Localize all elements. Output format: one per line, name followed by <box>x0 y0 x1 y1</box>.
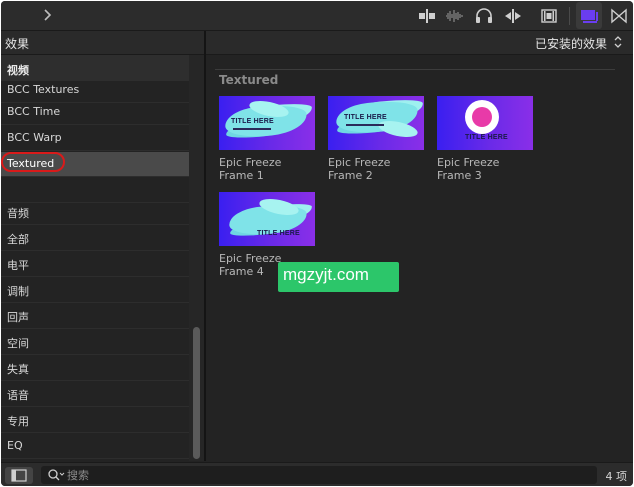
effect-caption: Epic Freeze Frame 1 <box>219 156 319 182</box>
effect-thumbnail[interactable]: TITLE HERE <box>437 96 533 150</box>
search-icon <box>48 469 65 481</box>
sidebar-item-levels[interactable]: 电平 <box>1 252 189 277</box>
sidebar-item-all[interactable]: 全部 <box>1 226 189 251</box>
toolbar-separator <box>569 7 570 25</box>
effect-caption-line1: Epic Freeze <box>328 156 391 169</box>
thumbnail-subtext <box>346 124 384 126</box>
sidebar-item-label: 失真 <box>7 363 29 376</box>
chevron-up-down-icon[interactable] <box>613 35 623 49</box>
effects-browser-window: 效果 已安装的效果 BCC Textures 视频 BCC Time BCC W… <box>1 1 633 486</box>
thumbnail-title-text: TITLE HERE <box>344 114 387 121</box>
sidebar-section-video[interactable]: 视频 <box>1 55 189 81</box>
effect-caption-line2: Frame 1 <box>219 169 264 182</box>
sidebar-item-distortion[interactable]: 失真 <box>1 356 189 381</box>
chevron-right-icon[interactable] <box>41 7 55 23</box>
sidebar-item-label: 回声 <box>7 311 29 324</box>
sidebar-item-bcc-warp[interactable]: BCC Warp <box>1 126 189 151</box>
thumbnail-title-text: TITLE HERE <box>231 118 274 125</box>
category-sidebar: BCC Textures 视频 BCC Time BCC Warp Textur… <box>1 55 204 461</box>
headphones-icon[interactable] <box>474 8 494 24</box>
selection-highlight-ring <box>1 152 65 172</box>
effect-caption-line1: Epic Freeze <box>437 156 500 169</box>
sidebar-item-label: BCC Textures <box>7 83 80 96</box>
effects-filter-dropdown[interactable]: 已安装的效果 <box>535 35 607 52</box>
filmstrip-icon[interactable] <box>539 8 559 24</box>
sidebar-item-label: 全部 <box>7 233 29 246</box>
sidebar-icon <box>11 469 27 482</box>
sidebar-item-echo[interactable]: 回声 <box>1 304 189 329</box>
sidebar-item-label: 专用 <box>7 415 29 428</box>
group-divider <box>215 69 615 70</box>
thumbnail-subtext <box>233 128 271 130</box>
watermark-badge: mgzyjt.com <box>278 262 399 292</box>
thumbnail-circle-inner <box>472 107 492 127</box>
split-audio-icon[interactable] <box>417 8 437 24</box>
sidebar-item-voice[interactable]: 语音 <box>1 382 189 407</box>
sidebar-item-label: EQ <box>7 439 23 452</box>
sidebar-item-modulation[interactable]: 调制 <box>1 278 189 303</box>
effect-thumbnail[interactable]: TITLE HERE <box>219 192 315 246</box>
effects-grid: Textured TITLE HERE Epic Freeze Frame 1 … <box>206 55 633 461</box>
bottom-bar: 4 项 <box>1 462 633 486</box>
watermark-text: mgzyjt.com <box>283 265 369 284</box>
sidebar-item-eq[interactable]: EQ <box>1 434 189 459</box>
search-field[interactable] <box>41 466 597 484</box>
sidebar-item-label: BCC Time <box>7 105 61 118</box>
item-count: 4 项 <box>605 470 628 483</box>
thumbnail-title-text: TITLE HERE <box>465 134 508 141</box>
sidebar-item-label: 语音 <box>7 389 29 402</box>
sidebar-item-label: 音频 <box>7 207 29 220</box>
sidebar-item-label: BCC Warp <box>7 131 62 144</box>
top-toolbar <box>1 1 633 31</box>
sidebar-item-spaces[interactable]: 空间 <box>1 330 189 355</box>
sidebar-item-label: 调制 <box>7 285 29 298</box>
effect-thumbnail[interactable]: TITLE HERE <box>219 96 315 150</box>
content-header: 已安装的效果 <box>206 31 633 55</box>
effect-caption-line1: Epic Freeze <box>219 156 282 169</box>
effect-caption-line2: Frame 3 <box>437 169 482 182</box>
sidebar-scrollbar-thumb[interactable] <box>193 327 200 459</box>
transitions-icon[interactable] <box>609 8 629 24</box>
effect-caption-line2: Frame 2 <box>328 169 373 182</box>
effect-thumbnail[interactable]: TITLE HERE <box>328 96 424 150</box>
browser-icon[interactable] <box>579 8 599 24</box>
effect-caption: Epic Freeze Frame 2 <box>328 156 428 182</box>
effect-caption: Epic Freeze Frame 3 <box>437 156 537 182</box>
search-input[interactable] <box>67 467 567 483</box>
sidebar-item-specialized[interactable]: 专用 <box>1 408 189 433</box>
sidebar-item-label: 电平 <box>7 259 29 272</box>
sidebar-item-bcc-time[interactable]: BCC Time <box>1 100 189 125</box>
sidebar-header: 效果 <box>1 31 204 55</box>
thumbnail-title-text: TITLE HERE <box>257 230 300 237</box>
sidebar-section-label: 视频 <box>7 64 29 77</box>
group-title: Textured <box>219 73 279 87</box>
paint-splash <box>376 117 420 141</box>
sidebar-item-audio[interactable]: 音频 <box>1 200 189 225</box>
solo-icon[interactable] <box>503 8 523 24</box>
waveform-icon[interactable] <box>445 8 465 24</box>
panel-title: 效果 <box>5 37 30 51</box>
sidebar-item-label: 空间 <box>7 337 29 350</box>
sidebar-toggle-button[interactable] <box>5 467 33 484</box>
